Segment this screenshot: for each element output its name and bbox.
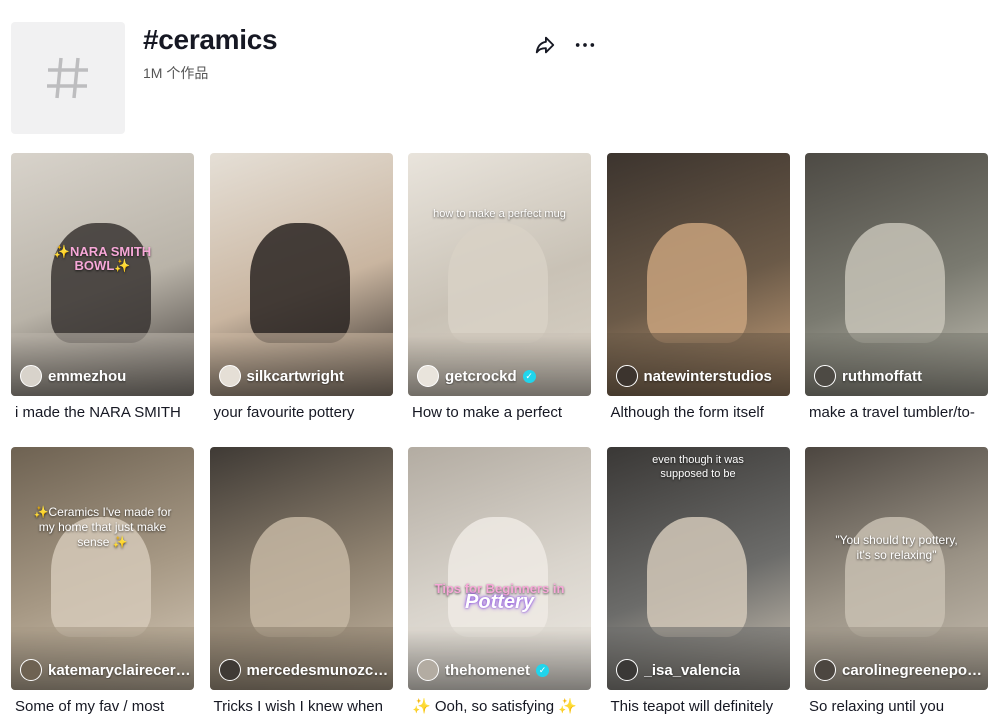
more-icon: [575, 43, 595, 47]
video-caption[interactable]: How to make a perfect: [408, 403, 591, 423]
author-name[interactable]: _isa_valencia: [644, 662, 741, 679]
thumbnail-subject: [646, 517, 747, 637]
author-name[interactable]: natewinterstudios: [644, 368, 772, 385]
video-card[interactable]: ruthmoffatt make a travel tumbler/to-: [805, 153, 988, 431]
author-name[interactable]: getcrockd: [445, 368, 517, 385]
video-card[interactable]: how to make a perfect mug getcrockd ✓ How t…: [408, 153, 591, 431]
avatar[interactable]: [615, 659, 638, 681]
video-overlay-text: "You should try pottery, it's so relaxin…: [835, 533, 958, 562]
avatar[interactable]: [615, 365, 638, 387]
video-caption[interactable]: make a travel tumbler/to-: [805, 403, 988, 423]
video-overlay-text: even though it was supposed to be: [652, 454, 744, 480]
video-overlay-title: Pottery: [465, 591, 534, 613]
video-author[interactable]: silkcartwright: [218, 365, 345, 387]
avatar[interactable]: [218, 365, 241, 387]
video-card[interactable]: Tips for Beginners in Pottery thehomenet ✓ ✨…: [408, 447, 591, 721]
video-author[interactable]: natewinterstudios: [615, 365, 772, 387]
hashtag-avatar: [11, 22, 125, 134]
video-thumbnail[interactable]: natewinterstudios: [606, 153, 790, 396]
share-button[interactable]: [532, 32, 558, 58]
thumbnail-subject: [51, 223, 151, 343]
video-count: 1M 个作品: [143, 65, 209, 81]
author-name[interactable]: katemaryclaireceramics: [48, 662, 192, 679]
thumbnail-subject: [845, 223, 945, 343]
video-card[interactable]: "You should try pottery, it's so relaxin…: [805, 447, 988, 721]
avatar[interactable]: [417, 659, 439, 681]
video-thumbnail[interactable]: Tips for Beginners in Pottery thehomenet ✓: [408, 447, 591, 690]
video-thumbnail[interactable]: ✨Ceramics I've made for my home that jus…: [11, 447, 194, 690]
more-options-button[interactable]: [572, 32, 598, 58]
author-name[interactable]: ruthmoffatt: [842, 368, 922, 385]
thumbnail-subject: [646, 223, 747, 343]
video-caption[interactable]: So relaxing until you: [805, 697, 988, 717]
author-name[interactable]: carolinegreenepottery: [842, 662, 986, 679]
video-thumbnail[interactable]: ruthmoffatt: [805, 153, 988, 396]
video-thumbnail[interactable]: how to make a perfect mug getcrockd ✓: [408, 153, 591, 396]
video-author[interactable]: carolinegreenepottery: [814, 659, 986, 681]
video-author[interactable]: ruthmoffatt: [814, 365, 922, 387]
avatar[interactable]: [417, 365, 439, 387]
thumbnail-subject: [249, 223, 350, 343]
avatar[interactable]: [814, 365, 836, 387]
video-caption[interactable]: your favourite pottery: [210, 403, 393, 423]
video-overlay-text: ✨Ceramics I've made for my home that jus…: [33, 505, 172, 549]
avatar[interactable]: [20, 659, 42, 681]
share-icon: [535, 36, 555, 54]
hashtag-header: #ceramics 1M 个作品: [11, 22, 981, 134]
video-thumbnail[interactable]: "You should try pottery, it's so relaxin…: [805, 447, 988, 690]
verified-badge-icon: ✓: [522, 369, 536, 383]
video-author[interactable]: getcrockd ✓: [417, 365, 536, 387]
video-author[interactable]: mercedesmunozceramics: [218, 659, 391, 681]
video-caption[interactable]: Tricks I wish I knew when: [210, 697, 393, 717]
video-card[interactable]: even though it was supposed to be _isa_va…: [606, 447, 790, 721]
video-caption[interactable]: Although the form itself: [607, 403, 790, 423]
avatar[interactable]: [218, 659, 241, 681]
video-thumbnail[interactable]: mercedesmunozceramics: [209, 447, 393, 690]
video-thumbnail[interactable]: silkcartwright: [209, 153, 393, 396]
video-overlay-text: how to make a perfect mug: [433, 208, 566, 220]
video-overlay-text: ✨NARA SMITH BOWL✨: [53, 244, 152, 273]
video-card[interactable]: silkcartwright your favourite pottery: [209, 153, 393, 431]
author-name[interactable]: mercedesmunozceramics: [247, 662, 391, 679]
video-author[interactable]: _isa_valencia: [615, 659, 741, 681]
video-caption[interactable]: ✨ Ooh, so satisfying ✨: [408, 697, 591, 717]
verified-badge-icon: ✓: [536, 663, 550, 677]
video-caption[interactable]: i made the NARA SMITH: [11, 403, 194, 423]
avatar[interactable]: [814, 659, 836, 681]
video-card[interactable]: ✨NARA SMITH BOWL✨ emmezhou i made the NARA…: [11, 153, 194, 431]
author-name[interactable]: emmezhou: [48, 368, 126, 385]
thumbnail-subject: [448, 223, 548, 343]
page-title: #ceramics: [143, 24, 278, 55]
hashtag-icon: [47, 57, 88, 99]
video-card[interactable]: natewinterstudios Although the form itsel…: [606, 153, 790, 431]
author-name[interactable]: thehomenet: [445, 662, 530, 679]
video-caption[interactable]: Some of my fav / most: [11, 697, 194, 717]
video-author[interactable]: katemaryclaireceramics: [20, 659, 192, 681]
video-card[interactable]: mercedesmunozceramics Tricks I wish I kne…: [209, 447, 393, 721]
avatar[interactable]: [20, 365, 42, 387]
video-caption[interactable]: This teapot will definitely: [607, 697, 790, 717]
video-card[interactable]: ✨Ceramics I've made for my home that jus…: [11, 447, 194, 721]
thumbnail-subject: [249, 517, 350, 637]
video-grid: ✨NARA SMITH BOWL✨ emmezhou i made the NARA…: [11, 153, 990, 721]
video-author[interactable]: thehomenet ✓: [417, 659, 550, 681]
video-thumbnail[interactable]: ✨NARA SMITH BOWL✨ emmezhou: [11, 153, 194, 396]
thumbnail-subject: [448, 517, 548, 637]
video-thumbnail[interactable]: even though it was supposed to be _isa_va…: [606, 447, 790, 690]
video-author[interactable]: emmezhou: [20, 365, 126, 387]
author-name[interactable]: silkcartwright: [247, 368, 345, 385]
